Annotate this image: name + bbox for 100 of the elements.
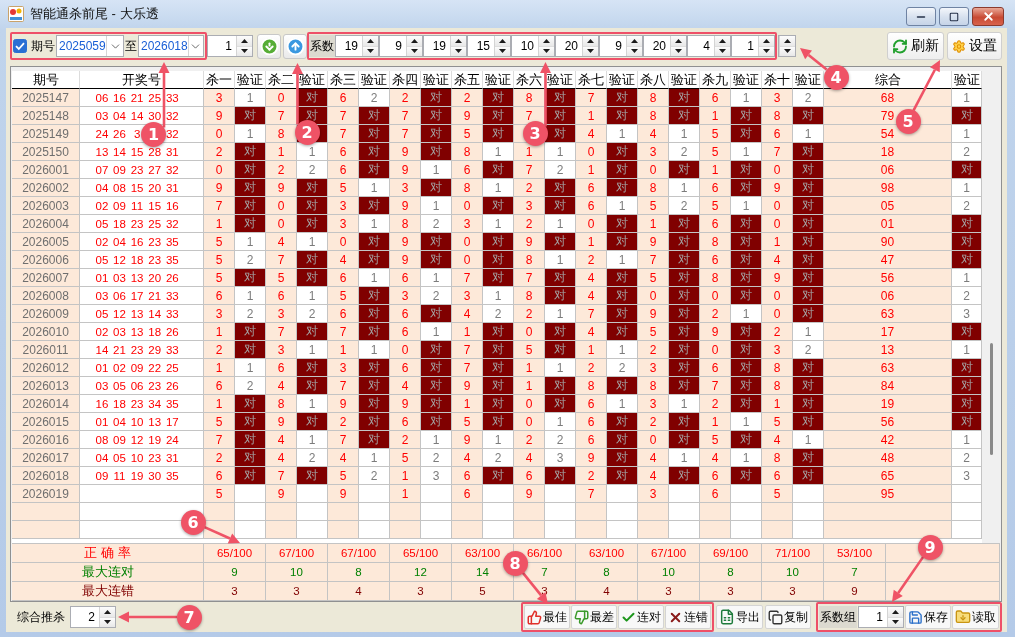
maximize-button[interactable]	[939, 7, 969, 26]
spin-down-button[interactable]	[888, 617, 903, 627]
number-spinner[interactable]: 20	[643, 35, 687, 57]
number-spinner[interactable]: 15	[467, 35, 511, 57]
column-header: 杀六	[514, 71, 545, 89]
minimize-button[interactable]	[906, 7, 936, 26]
kill-cell: 6	[700, 251, 731, 269]
draw-number: 05	[112, 379, 127, 392]
number-spinner[interactable]: 1	[858, 606, 904, 628]
spin-down-button[interactable]	[780, 46, 795, 56]
kill-cell: 8	[700, 269, 731, 287]
kill-cell: 4	[328, 449, 359, 467]
refresh-button[interactable]: 刷新	[887, 32, 944, 60]
copy-button[interactable]: 复制	[765, 605, 811, 629]
spin-down-button[interactable]	[627, 46, 642, 56]
spin-up-button[interactable]	[780, 36, 795, 47]
save-button[interactable]: 保存	[905, 605, 951, 629]
spin-down-button[interactable]	[671, 46, 686, 56]
spin-up-button[interactable]	[100, 607, 115, 618]
kill-cell: 1	[576, 161, 607, 179]
check-cell: 1	[731, 143, 762, 161]
check-cell: 对	[359, 161, 390, 179]
spin-up-button[interactable]	[363, 36, 378, 47]
kill-cell: 9	[204, 179, 235, 197]
draw-number: 15	[147, 199, 163, 212]
check-cell: 对	[545, 89, 576, 107]
spin-up-button[interactable]	[583, 36, 598, 47]
move-up-button[interactable]	[283, 33, 307, 59]
spin-down-button[interactable]	[100, 617, 115, 627]
summary-label: 最大连对	[12, 563, 204, 582]
spin-down-button[interactable]	[583, 46, 598, 56]
spin-up-button[interactable]	[451, 36, 466, 47]
column-header: 开奖号	[80, 71, 204, 89]
spin-up-button[interactable]	[888, 607, 903, 618]
kill-cell: 6	[328, 143, 359, 161]
spin-down-button[interactable]	[539, 46, 554, 56]
check-cell: 对	[545, 125, 576, 143]
result-button[interactable]: 最差	[571, 605, 617, 629]
check-cell: 对	[483, 161, 514, 179]
spin-down-button[interactable]	[495, 46, 510, 56]
kill-cell: 3	[452, 215, 483, 233]
settings-button[interactable]: 设置	[947, 32, 1002, 60]
scrollbar-thumb[interactable]	[989, 343, 993, 455]
number-spinner[interactable]: 1	[731, 35, 775, 57]
spin-up-button[interactable]	[715, 36, 730, 47]
check-cell: 对	[731, 215, 762, 233]
check-cell: 2	[483, 449, 514, 467]
number-spinner[interactable]: 10	[511, 35, 555, 57]
spin-control[interactable]	[778, 35, 796, 57]
spin-up-button[interactable]	[407, 36, 422, 47]
check-cell: 2	[421, 287, 452, 305]
period-combo-box[interactable]: 2025059	[56, 35, 124, 57]
summary-cell: 65/100	[390, 544, 452, 563]
spin-up-button[interactable]	[671, 36, 686, 47]
close-button[interactable]	[972, 7, 1004, 26]
spin-up-button[interactable]	[237, 36, 252, 47]
check-cell: 对	[669, 233, 700, 251]
check-cell: 对	[297, 413, 328, 431]
spin-down-button[interactable]	[407, 46, 422, 56]
export-button[interactable]: 导出	[716, 605, 763, 629]
result-button[interactable]: 连错	[665, 605, 711, 629]
number-spinner[interactable]: 19	[335, 35, 379, 57]
spin-up-button[interactable]	[759, 36, 774, 47]
column-header: 杀四	[390, 71, 421, 89]
check-cell: 对	[235, 269, 266, 287]
period-combo-box[interactable]: 2026018	[138, 35, 204, 57]
spin-up-button[interactable]	[539, 36, 554, 47]
kill-cell: 2	[514, 305, 545, 323]
kill-cell: 9	[390, 197, 421, 215]
number-spinner[interactable]: 2	[70, 606, 116, 628]
spin-up-button[interactable]	[495, 36, 510, 47]
kill-cell: 8	[576, 377, 607, 395]
number-spinner[interactable]: 20	[555, 35, 599, 57]
kill-cell: 1	[700, 107, 731, 125]
number-spinner[interactable]: 9	[379, 35, 423, 57]
kill-cell: 01	[824, 215, 952, 233]
number-spinner[interactable]: 19	[423, 35, 467, 57]
spin-down-button[interactable]	[759, 46, 774, 56]
kill-cell: 1	[204, 395, 235, 413]
checkbox[interactable]	[13, 39, 27, 53]
kill-cell: 7	[638, 251, 669, 269]
result-button[interactable]: 最佳	[524, 605, 570, 629]
draw-number: 12	[112, 253, 127, 266]
check-cell: 2	[669, 197, 700, 215]
number-spinner[interactable]: 1	[207, 35, 253, 57]
spin-down-button[interactable]	[715, 46, 730, 56]
number-spinner[interactable]: 4	[687, 35, 731, 57]
load-button[interactable]: 读取	[952, 605, 999, 629]
spin-up-button[interactable]	[627, 36, 642, 47]
column-header: 杀九	[700, 71, 731, 89]
spin-down-button[interactable]	[451, 46, 466, 56]
number-spinner[interactable]: 9	[599, 35, 643, 57]
spin-down-button[interactable]	[237, 46, 252, 56]
kill-cell: 2	[204, 143, 235, 161]
move-down-button[interactable]	[257, 33, 281, 59]
result-button[interactable]: 连对	[618, 605, 664, 629]
check-cell: 对	[793, 233, 824, 251]
check-cell: 对	[669, 215, 700, 233]
spin-down-button[interactable]	[363, 46, 378, 56]
kill-cell: 4	[452, 449, 483, 467]
